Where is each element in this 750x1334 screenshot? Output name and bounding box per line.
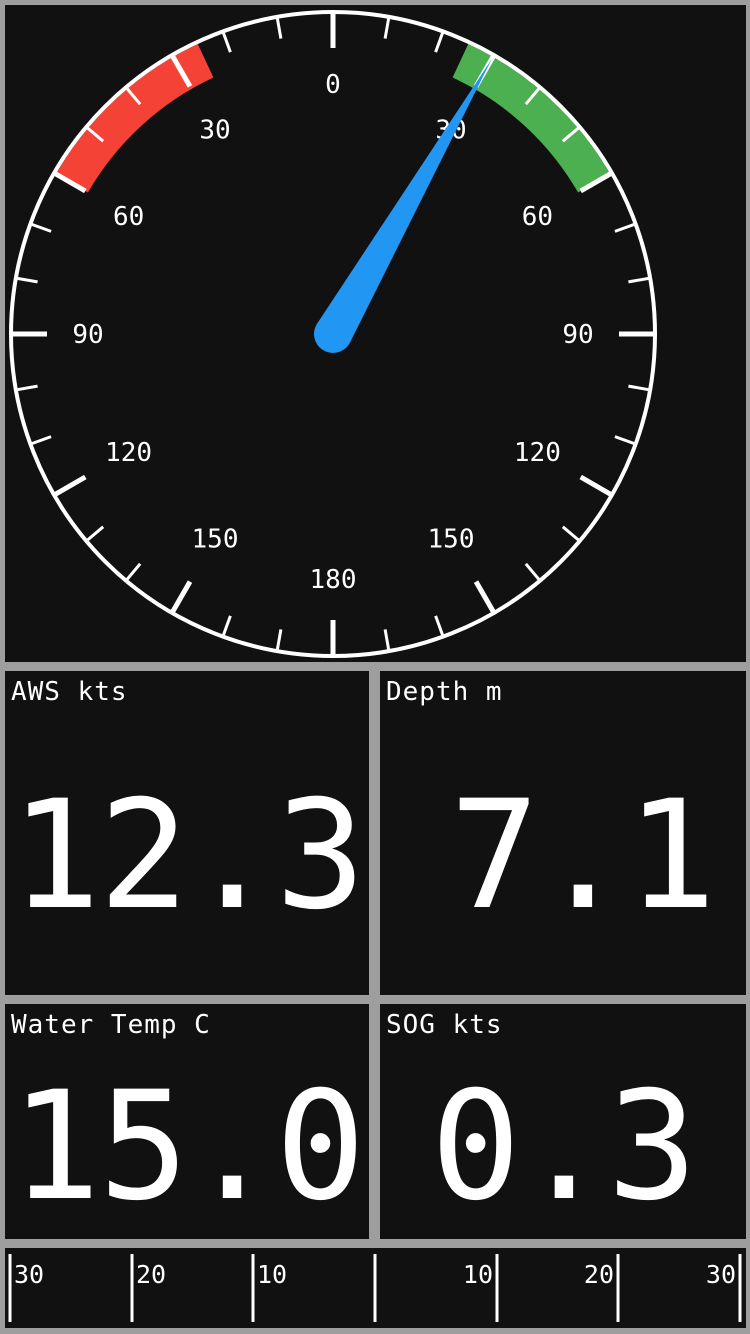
- scale-label: 20: [136, 1260, 166, 1289]
- needle-hub: [314, 315, 352, 353]
- sog-value: 0.3: [430, 1060, 698, 1234]
- wind-angle-gauge: 0303060609090120120150150180: [5, 5, 746, 662]
- scale-label: 30: [14, 1260, 44, 1289]
- minor-tick: [614, 435, 637, 446]
- depth-tile: Depth m 7.1: [380, 671, 746, 995]
- water-temp-label: Water Temp C: [11, 1010, 211, 1040]
- minor-tick: [275, 629, 283, 652]
- dial-label: 0: [325, 70, 341, 100]
- minor-tick: [29, 222, 52, 233]
- starboard-close-hauled-arc: [452, 43, 611, 193]
- minor-tick: [524, 562, 542, 582]
- dial-label: 120: [514, 438, 561, 468]
- major-tick: [579, 474, 614, 498]
- port-close-hauled-arc: [55, 43, 214, 193]
- dial-label: 150: [192, 524, 239, 554]
- depth-value: 7.1: [449, 769, 717, 943]
- cross-track-scale: 30 20 10 10 20 30: [5, 1248, 746, 1328]
- minor-tick: [275, 16, 283, 39]
- dial-label: 60: [522, 202, 553, 232]
- minor-tick: [628, 276, 651, 284]
- depth-label: Depth m: [386, 677, 503, 707]
- minor-tick: [434, 615, 445, 638]
- dial-label: 30: [199, 116, 230, 146]
- dial-label: 90: [562, 320, 593, 350]
- major-tick: [169, 580, 193, 615]
- minor-tick: [15, 384, 38, 392]
- water-temp-value: 15.0: [10, 1060, 365, 1234]
- minor-tick: [85, 525, 105, 543]
- minor-tick: [628, 384, 651, 392]
- minor-tick: [124, 562, 142, 582]
- dial-label: 180: [310, 565, 357, 595]
- scale-label: 30: [706, 1260, 736, 1289]
- scale-label: 10: [257, 1260, 287, 1289]
- dial-label: 90: [72, 320, 103, 350]
- scale-label: 20: [584, 1260, 614, 1289]
- minor-tick: [15, 276, 38, 284]
- wind-needle: [314, 58, 492, 353]
- minor-tick: [561, 525, 581, 543]
- aws-tile: AWS kts 12.3: [5, 671, 369, 995]
- minor-tick: [383, 16, 391, 39]
- sog-tile: SOG kts 0.3: [380, 1004, 746, 1239]
- scale-strip: 30 20 10 10 20 30: [8, 1254, 742, 1322]
- wind-dial: 0303060609090120120150150180: [9, 10, 657, 658]
- aws-value: 12.3: [10, 769, 365, 943]
- major-tick: [52, 474, 87, 498]
- minor-tick: [221, 30, 232, 53]
- minor-tick: [29, 435, 52, 446]
- needle-pointer: [316, 58, 492, 344]
- major-tick: [473, 580, 497, 615]
- minor-tick: [383, 629, 391, 652]
- minor-tick: [221, 615, 232, 638]
- dial-label: 60: [113, 202, 144, 232]
- scale-label: 10: [463, 1260, 493, 1289]
- minor-tick: [614, 222, 637, 233]
- sog-label: SOG kts: [386, 1010, 503, 1040]
- aws-label: AWS kts: [11, 677, 128, 707]
- dial-label: 120: [105, 438, 152, 468]
- minor-tick: [434, 30, 445, 53]
- dial-label: 150: [428, 524, 475, 554]
- water-temp-tile: Water Temp C 15.0: [5, 1004, 369, 1239]
